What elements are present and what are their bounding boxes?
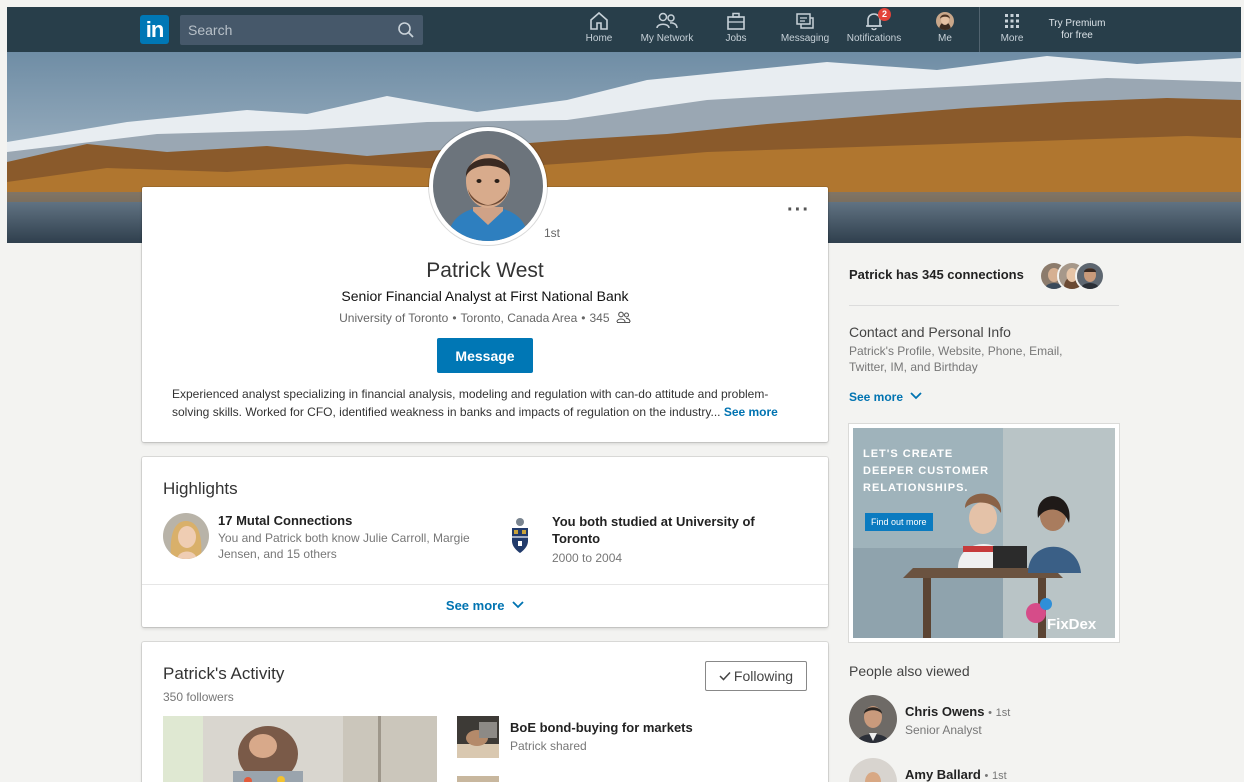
following-label: Following: [733, 668, 794, 684]
avatar: [1075, 261, 1105, 291]
person-name-text: Amy Ballard: [905, 767, 981, 782]
avatar: [849, 695, 897, 743]
mutual-connections-desc: You and Patrick both know Julie Carroll,…: [218, 531, 470, 561]
mutual-connection-avatar: [163, 513, 209, 559]
following-button[interactable]: Following: [705, 661, 807, 691]
premium-line-1: Try Premium: [1048, 18, 1106, 29]
connection-degree: 1st: [544, 226, 561, 240]
nav-my-network-label: My Network: [640, 33, 694, 44]
messaging-icon: [796, 13, 814, 29]
profile-school[interactable]: University of Toronto: [339, 311, 448, 325]
try-premium-link[interactable]: Try Premium for free: [1037, 18, 1117, 42]
checkmark-icon: [719, 671, 731, 681]
contact-see-more[interactable]: See more: [849, 390, 923, 404]
linkedin-logo[interactable]: in: [140, 15, 169, 44]
nav-home[interactable]: Home: [581, 11, 617, 51]
ad-headline-line-3: RELATIONSHIPS.: [863, 482, 969, 494]
contact-see-more-label: See more: [849, 390, 904, 404]
activity-thumbnail: [457, 716, 499, 758]
person-name-text: Chris Owens: [905, 704, 985, 719]
activity-title: Patrick's Activity: [163, 664, 285, 683]
briefcase-icon: [727, 12, 745, 30]
profile-name: Patrick West: [426, 259, 544, 282]
search-input[interactable]: [180, 15, 390, 45]
ad-cta-button[interactable]: Find out more: [865, 513, 933, 531]
notification-badge: 2: [878, 8, 891, 21]
highlights-title: Highlights: [163, 479, 238, 498]
nav-my-network[interactable]: My Network: [639, 11, 695, 51]
profile-meta: University of Toronto • Toronto, Canada Ar…: [142, 311, 828, 325]
nav-messaging-label: Messaging: [780, 33, 830, 44]
school-highlight-years: 2000 to 2004: [552, 551, 623, 565]
profile-photo[interactable]: [429, 127, 547, 245]
highlights-card: Highlights 17 Mutal Connections You and …: [142, 457, 828, 627]
sponsored-ad[interactable]: LET'S CREATE DEEPER CUSTOMER RELATIONSHI…: [849, 424, 1119, 642]
chevron-down-icon: [512, 601, 524, 609]
connections-summary-title[interactable]: Patrick has 345 connections: [849, 267, 1024, 282]
activity-item-title: BoE bond-buying for markets: [510, 720, 693, 735]
profile-connections-count[interactable]: 345: [589, 311, 609, 325]
person-degree: 1st: [995, 707, 1011, 719]
nav-divider: [979, 7, 980, 52]
nav-notifications-label: Notifications: [846, 33, 902, 44]
network-icon: [656, 12, 678, 29]
summary-text: Experienced analyst specializing in fina…: [172, 387, 769, 419]
activity-card: Patrick's Activity 350 followers Followi…: [142, 642, 828, 782]
nav-me[interactable]: Me: [932, 11, 958, 51]
profile-location: Toronto, Canada Area: [460, 311, 578, 325]
highlights-see-more-label: See more: [445, 598, 505, 613]
person-role: Senior Analyst: [905, 723, 982, 737]
grid-icon: [1005, 14, 1019, 28]
person-name: Amy Ballard • 1st: [905, 767, 1007, 782]
ad-brand-logo: FixDex: [1047, 616, 1097, 633]
nav-jobs[interactable]: Jobs: [719, 11, 753, 51]
nav-more[interactable]: More: [997, 11, 1027, 51]
ad-headline: LET'S CREATE DEEPER CUSTOMER RELATIONSHI…: [863, 446, 1003, 497]
rail-divider: [849, 305, 1119, 306]
highlights-divider: [142, 584, 828, 585]
nav-home-label: Home: [585, 33, 613, 44]
person-degree: 1st: [991, 770, 1007, 782]
connections-icon[interactable]: [616, 311, 631, 323]
profile-headline: Senior Financial Analyst at First Nation…: [341, 288, 629, 304]
nav-messaging[interactable]: Messaging: [780, 11, 830, 51]
search-icon[interactable]: [397, 21, 415, 39]
person-name: Chris Owens • 1st: [905, 704, 1011, 719]
contact-info-title[interactable]: Contact and Personal Info: [849, 324, 1011, 340]
nav-more-label: More: [1000, 33, 1024, 44]
home-icon: [590, 11, 608, 30]
chevron-down-icon: [910, 392, 923, 400]
mutual-connections-title: 17 Mutal Connections: [218, 513, 353, 528]
profile-summary: Experienced analyst specializing in fina…: [172, 385, 802, 421]
activity-thumbnail: [457, 776, 499, 782]
top-nav: in Home My Network Jobs: [7, 7, 1241, 52]
people-also-viewed-title: People also viewed: [849, 663, 970, 679]
school-highlight-title: You both studied at University of Toront…: [552, 514, 755, 546]
nav-me-label: Me: [938, 33, 952, 44]
premium-line-2: for free: [1061, 30, 1093, 41]
ad-headline-line-1: LET'S CREATE: [863, 448, 954, 460]
connection-avatars[interactable]: [1039, 261, 1107, 291]
avatar: [849, 758, 897, 782]
nav-notifications[interactable]: 2 Notifications: [844, 8, 904, 51]
search-box[interactable]: [180, 15, 423, 45]
activity-featured-image[interactable]: [163, 716, 437, 782]
avatar: [936, 12, 954, 30]
activity-item-sub: Patrick shared: [510, 739, 587, 753]
message-button[interactable]: Message: [437, 338, 533, 373]
ad-headline-line-2: DEEPER CUSTOMER: [863, 465, 990, 477]
highlights-see-more[interactable]: See more: [142, 598, 828, 613]
nav-jobs-label: Jobs: [725, 33, 747, 44]
summary-see-more-link[interactable]: See more: [724, 405, 778, 419]
contact-info-desc: Patrick's Profile, Website, Phone, Email…: [849, 344, 1063, 374]
more-actions-icon[interactable]: ···: [787, 200, 810, 220]
university-crest-icon: [497, 513, 543, 559]
followers-count: 350 followers: [163, 690, 234, 704]
